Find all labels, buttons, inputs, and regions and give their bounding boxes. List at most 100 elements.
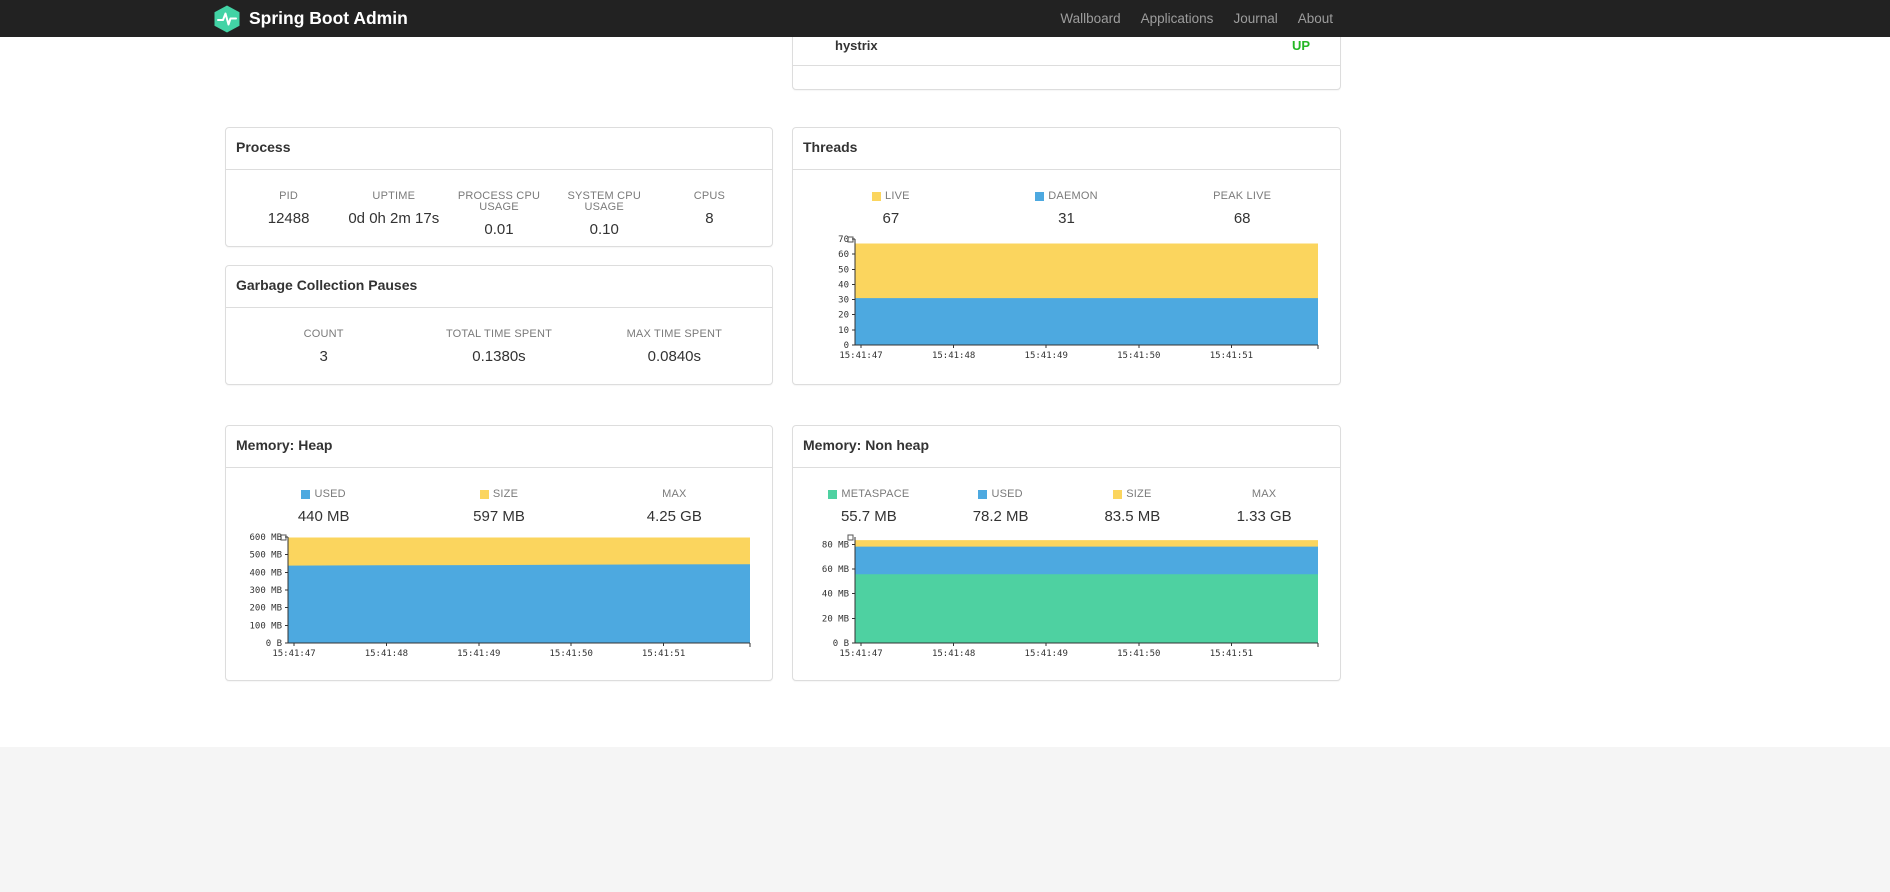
stat-system-cpu-usage: SYSTEM CPU USAGE 0.10 (552, 191, 657, 239)
stat-label: PID (279, 190, 299, 202)
stat-heap-max: MAX 4.25 GB (587, 489, 762, 526)
nav-item-about[interactable]: About (1288, 2, 1343, 35)
legend-daemon-swatch (1035, 192, 1045, 201)
svg-text:500 MB: 500 MB (249, 551, 282, 561)
stat-pid: PID 12488 (236, 191, 341, 239)
memory-nonheap-chart: 0 B 20 MB 40 MB 60 MB 80 MB 15:41:47 15:41:48 1… (803, 532, 1330, 660)
stat-label: SYSTEM CPU USAGE (567, 190, 641, 213)
process-stats: PID 12488 UPTIME 0d 0h 2m 17s PROCESS CP… (226, 170, 772, 239)
stat-value: 83.5 MB (1104, 508, 1161, 525)
stat-label: PROCESS CPU USAGE (457, 190, 541, 213)
stat-label: USED (314, 488, 346, 500)
stat-value: 67 (882, 210, 900, 227)
stat-value: 0d 0h 2m 17s (348, 210, 440, 227)
memory-nonheap-panel: Memory: Non heap METASPACE 55.7 MB USED … (792, 425, 1341, 681)
stat-heap-size: SIZE 597 MB (411, 489, 586, 526)
stat-nonheap-used: USED 78.2 MB (935, 489, 1067, 526)
stat-value: 0.0840s (647, 348, 702, 365)
stat-metaspace: METASPACE 55.7 MB (803, 489, 935, 526)
legend-used-swatch (978, 490, 988, 499)
stat-label: METASPACE (841, 488, 910, 500)
stat-cpus: CPUS 8 (657, 191, 762, 239)
stat-label: UPTIME (372, 190, 416, 202)
svg-text:15:41:49: 15:41:49 (1025, 649, 1068, 659)
stat-label: MAX (1251, 488, 1277, 500)
stat-value: 0.1380s (472, 348, 526, 365)
stat-value: 3 (319, 348, 328, 365)
stat-live: LIVE 67 (803, 191, 979, 228)
heap-stats: USED 440 MB SIZE 597 MB MAX 4.25 GB (226, 468, 772, 526)
navbar-container: Spring Boot Admin Wallboard Applications… (214, 0, 1343, 37)
svg-text:15:41:47: 15:41:47 (839, 351, 882, 361)
svg-text:20 MB: 20 MB (822, 614, 849, 624)
stat-value: 31 (1058, 210, 1075, 227)
legend-size-swatch (1113, 490, 1123, 499)
process-panel: Process PID 12488 UPTIME 0d 0h 2m 17s PR… (225, 127, 773, 247)
legend-size-swatch (479, 490, 489, 499)
stat-label: MAX (662, 488, 687, 500)
svg-text:15:41:49: 15:41:49 (457, 649, 500, 659)
stat-label: TOTAL TIME SPENT (445, 328, 553, 340)
svg-text:15:41:48: 15:41:48 (932, 649, 975, 659)
stat-heap-used: USED 440 MB (236, 489, 411, 526)
svg-text:0: 0 (844, 341, 849, 351)
health-item-name: hystrix (835, 37, 878, 53)
svg-text:15:41:47: 15:41:47 (839, 649, 882, 659)
stat-label: SIZE (1126, 488, 1152, 500)
stat-process-cpu-usage: PROCESS CPU USAGE 0.01 (446, 191, 551, 239)
threads-panel: Threads LIVE 67 DAEMON 31 PEAK LIVE 68 0… (792, 127, 1341, 385)
nav-item-wallboard[interactable]: Wallboard (1050, 2, 1130, 35)
svg-text:15:41:50: 15:41:50 (1117, 649, 1160, 659)
legend-metaspace-swatch (828, 490, 838, 499)
stat-value: 8 (705, 210, 714, 227)
brand-home-link[interactable]: Spring Boot Admin (214, 5, 408, 33)
stat-value: 1.33 GB (1236, 508, 1292, 525)
stat-label: COUNT (303, 328, 344, 340)
stat-nonheap-max: MAX 1.33 GB (1198, 489, 1330, 526)
stat-label: MAX TIME SPENT (626, 328, 723, 340)
svg-text:300 MB: 300 MB (249, 586, 282, 596)
svg-text:15:41:49: 15:41:49 (1025, 351, 1068, 361)
svg-text:20: 20 (838, 311, 849, 321)
stat-value: 55.7 MB (840, 508, 897, 525)
nonheap-stats: METASPACE 55.7 MB USED 78.2 MB SIZE 83.5… (793, 468, 1340, 526)
svg-text:15:41:48: 15:41:48 (932, 351, 975, 361)
stat-daemon: DAEMON 31 (979, 191, 1155, 228)
stat-label: PEAK LIVE (1213, 190, 1272, 202)
nav-item-applications[interactable]: Applications (1131, 2, 1224, 35)
legend-live-swatch (872, 192, 881, 201)
threads-panel-title: Threads (793, 128, 1340, 170)
garbage-collection-panel: Garbage Collection Pauses COUNT 3 TOTAL … (225, 265, 773, 385)
stat-label: SIZE (492, 488, 519, 500)
threads-stats: LIVE 67 DAEMON 31 PEAK LIVE 68 (793, 170, 1340, 228)
svg-text:10: 10 (838, 326, 849, 336)
stat-value: 12488 (267, 210, 310, 227)
nav-item-journal[interactable]: Journal (1223, 2, 1287, 35)
gc-stats: COUNT 3 TOTAL TIME SPENT 0.1380s MAX TIM… (226, 308, 772, 366)
svg-text:15:41:51: 15:41:51 (1210, 351, 1253, 361)
brand-title: Spring Boot Admin (249, 8, 408, 28)
svg-text:600 MB: 600 MB (249, 533, 282, 543)
stat-nonheap-size: SIZE 83.5 MB (1067, 489, 1199, 526)
svg-text:40 MB: 40 MB (822, 590, 849, 600)
stat-value: 4.25 GB (646, 508, 702, 525)
stat-count: COUNT 3 (236, 329, 411, 366)
stat-uptime: UPTIME 0d 0h 2m 17s (341, 191, 446, 239)
stat-max-time-spent: MAX TIME SPENT 0.0840s (587, 329, 762, 366)
threads-chart: 0 10 20 30 40 50 60 70 15:41:47 15:41:48 15:41:49 1… (803, 234, 1330, 362)
nonheap-panel-title: Memory: Non heap (793, 426, 1340, 468)
gc-panel-title: Garbage Collection Pauses (226, 266, 772, 308)
page-background-bottom (0, 747, 1890, 892)
content-area: Process PID 12488 UPTIME 0d 0h 2m 17s PR… (225, 0, 1341, 681)
svg-text:60: 60 (838, 250, 849, 260)
svg-text:70: 70 (838, 235, 849, 245)
spring-boot-admin-logo-icon (214, 5, 240, 33)
svg-text:40: 40 (838, 280, 849, 290)
stat-value: 597 MB (473, 508, 525, 525)
heap-panel-title: Memory: Heap (226, 426, 772, 468)
stat-total-time-spent: TOTAL TIME SPENT 0.1380s (411, 329, 586, 366)
stat-label: CPUS (693, 190, 726, 202)
svg-text:80 MB: 80 MB (822, 540, 849, 550)
svg-text:30: 30 (838, 296, 849, 306)
svg-text:15:41:50: 15:41:50 (1117, 351, 1160, 361)
